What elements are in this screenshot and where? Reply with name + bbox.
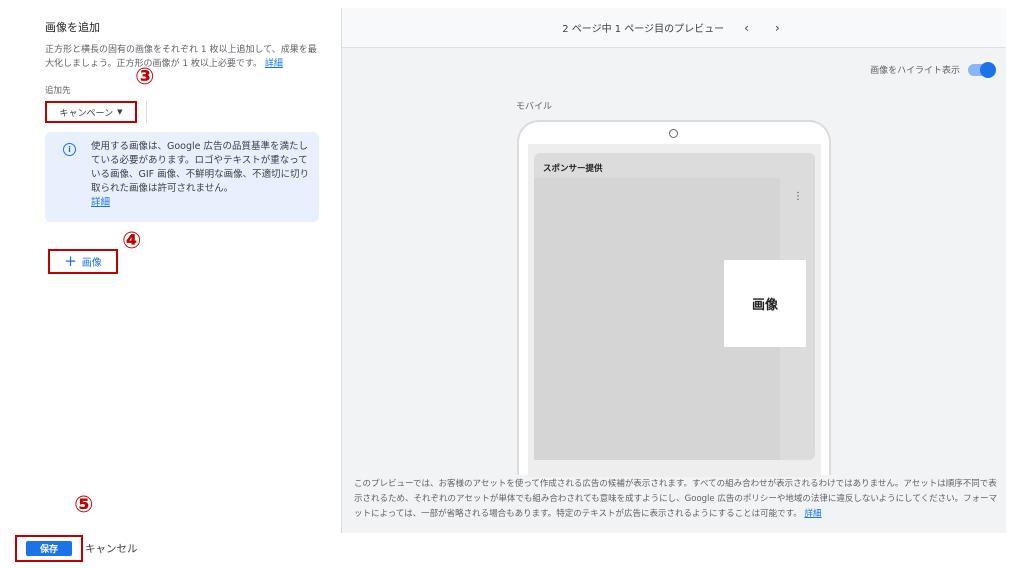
preview-disclaimer: このプレビューでは、お客様のアセットを使って作成される広告の候補が表示されます。…	[354, 479, 998, 519]
destination-dropdown[interactable]: キャンペーン ▼	[45, 101, 137, 123]
caret-down-icon: ▼	[117, 108, 123, 116]
destination-value: キャンペーン	[59, 108, 114, 119]
save-button-outline: 保存	[15, 535, 83, 562]
toggle-knob	[980, 61, 996, 78]
annotation-step-5: ⑤	[74, 492, 94, 518]
more-vert-icon[interactable]: ⋮	[793, 191, 803, 202]
image-placeholder-label: 画像	[751, 298, 778, 313]
ad-preview-card: スポンサー提供 ⋮ 画像	[534, 153, 815, 460]
device-label: モバイル	[516, 102, 553, 112]
add-image-panel: 画像を追加 正方形と横長の固有の画像をそれぞれ 1 枚以上追加して、成果を最大化…	[22, 8, 342, 533]
preview-panel: 2 ページ中 1 ページ目のプレビュー ‹ › 画像をハイライト表示 モバイル …	[342, 8, 1006, 533]
add-image-button[interactable]: + 画像	[48, 249, 118, 274]
chevron-right-icon[interactable]: ›	[769, 21, 786, 35]
highlight-toggle[interactable]	[968, 61, 996, 78]
phone-frame: スポンサー提供 ⋮ 画像	[517, 120, 831, 477]
panel-description: 正方形と横長の固有の画像をそれぞれ 1 枚以上追加して、成果を最大化しましょう。…	[45, 45, 317, 69]
camera-icon	[669, 129, 678, 138]
page-indicator: 2 ページ中 1 ページ目のプレビュー	[562, 24, 725, 35]
highlight-label: 画像をハイライト表示	[870, 66, 960, 76]
divider	[146, 101, 147, 123]
disclaimer-learn-more-link[interactable]: 詳細	[805, 509, 822, 519]
cancel-button[interactable]: キャンセル	[85, 541, 138, 556]
preview-header: 2 ページ中 1 ページ目のプレビュー ‹ ›	[342, 8, 1006, 48]
plus-icon: +	[64, 252, 77, 270]
destination-label: 追加先	[45, 86, 71, 96]
annotation-step-4: ④	[122, 228, 142, 254]
info-banner: i 使用する画像は、Google 広告の品質基準を満たしている必要があります。ロ…	[45, 132, 319, 222]
chevron-left-icon[interactable]: ‹	[738, 21, 755, 35]
info-learn-more-link[interactable]: 詳細	[91, 197, 110, 208]
highlight-toggle-row: 画像をハイライト表示	[870, 61, 996, 78]
info-icon: i	[63, 143, 76, 156]
info-text: 使用する画像は、Google 広告の品質基準を満たしている必要があります。ロゴや…	[91, 141, 310, 208]
add-image-label: 画像	[81, 258, 102, 269]
phone-screen: スポンサー提供 ⋮ 画像	[528, 144, 821, 477]
description-learn-more-link[interactable]: 詳細	[265, 59, 283, 69]
panel-title: 画像を追加	[45, 21, 100, 34]
save-button[interactable]: 保存	[26, 541, 72, 556]
annotation-step-3: ③	[135, 64, 155, 90]
sponsor-label: スポンサー提供	[543, 164, 603, 174]
image-placeholder-box: 画像	[724, 260, 806, 347]
